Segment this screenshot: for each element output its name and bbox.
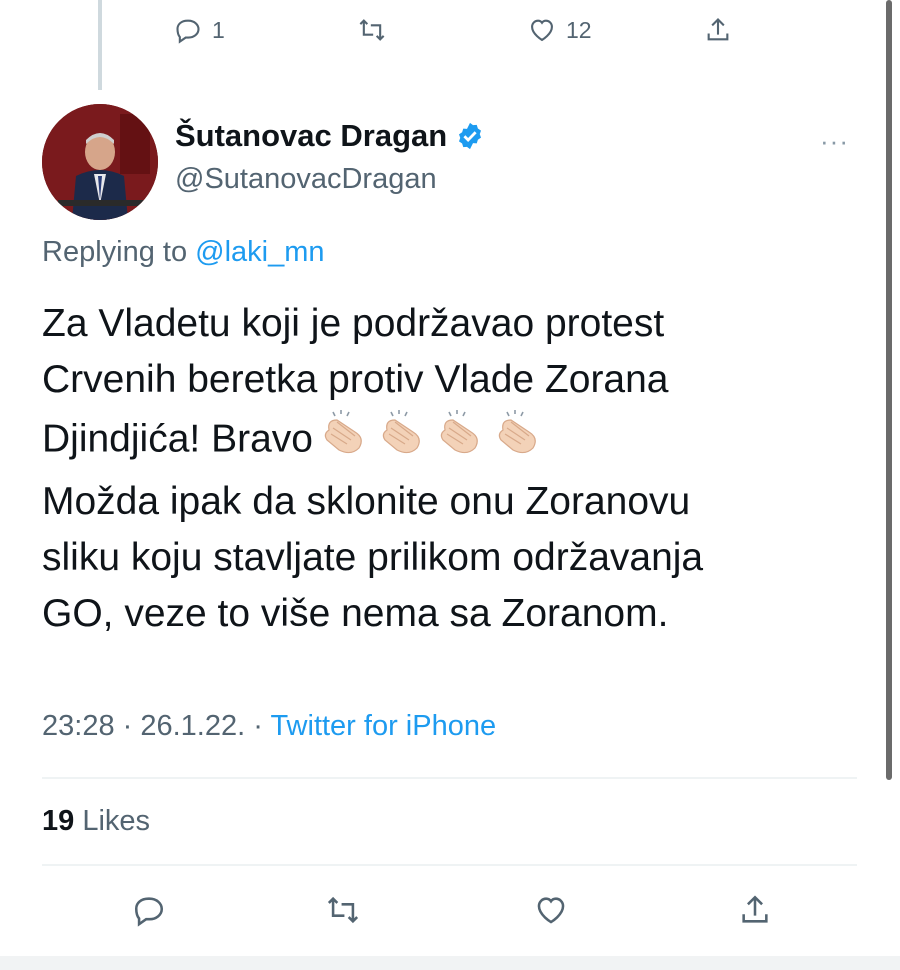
- retweet-button[interactable]: [326, 893, 360, 927]
- tweet-line: GO, veze to više nema sa Zoranom.: [42, 592, 669, 635]
- like-button[interactable]: [534, 893, 568, 927]
- divider: [42, 864, 857, 866]
- reply-count: 1: [212, 16, 225, 43]
- likes-label: Likes: [74, 805, 151, 837]
- tweet-metadata: 23:28 · 26.1.22. · Twitter for iPhone: [42, 710, 496, 743]
- author-handle[interactable]: @SutanovacDragan: [175, 163, 437, 196]
- clapping-hands-icon: [324, 409, 537, 454]
- reply-button[interactable]: [132, 893, 166, 927]
- tweet-text: Za Vladetu koji je podržavao protest Crv…: [42, 296, 862, 642]
- reply-button[interactable]: 1: [174, 16, 225, 44]
- likes-summary[interactable]: 19 Likes: [42, 805, 150, 838]
- share-button[interactable]: [704, 16, 732, 44]
- previous-tweet-action-bar: 1 12: [170, 14, 770, 54]
- meta-separator: ·: [114, 710, 141, 742]
- replying-to-mention-link[interactable]: @laki_mn: [195, 236, 324, 268]
- more-options-icon[interactable]: ···: [820, 126, 849, 157]
- tweet-line-with-emoji: Djindjića! Bravo: [42, 408, 862, 474]
- tweet-date[interactable]: 26.1.22.: [140, 710, 245, 742]
- tweet-action-bar: [0, 893, 900, 933]
- share-icon: [707, 18, 729, 41]
- verified-badge-icon: [459, 122, 482, 150]
- tweet-line: Crvenih beretka protiv Vlade Zorana: [42, 358, 669, 401]
- retweet-icon: [327, 896, 359, 924]
- tweet-time[interactable]: 23:28: [42, 710, 115, 742]
- clapping-hands-emoji-icon: [321, 408, 553, 474]
- author-name-row[interactable]: Šutanovac Dragan: [175, 118, 485, 154]
- tweet-line: Djindjića! Bravo: [42, 417, 313, 461]
- bottom-edge: [0, 956, 900, 970]
- like-button[interactable]: 12: [528, 16, 592, 44]
- reply-icon: [134, 897, 164, 927]
- like-icon: [537, 897, 565, 924]
- like-icon: [531, 19, 553, 42]
- meta-separator: ·: [245, 710, 271, 742]
- thread-connector-line: [98, 0, 102, 90]
- tweet-source-link[interactable]: Twitter for iPhone: [270, 710, 496, 742]
- replying-to-label: Replying to: [42, 236, 196, 268]
- retweet-button[interactable]: [358, 16, 396, 44]
- replying-to: Replying to @laki_mn: [42, 236, 325, 269]
- reply-icon: [176, 19, 200, 44]
- likes-count: 19: [42, 805, 75, 837]
- share-icon: [742, 895, 768, 923]
- divider: [42, 777, 857, 779]
- tweet-line: Za Vladetu koji je podržavao protest: [42, 302, 665, 345]
- tweet-line: Možda ipak da sklonite onu Zoranovu: [42, 480, 691, 523]
- tweet-line: sliku koju stavljate prilikom održavanja: [42, 536, 704, 579]
- avatar-photo: [42, 104, 158, 220]
- like-count: 12: [566, 16, 592, 43]
- author-display-name[interactable]: Šutanovac Dragan: [175, 118, 447, 154]
- retweet-icon: [359, 19, 385, 41]
- share-button[interactable]: [738, 893, 772, 927]
- avatar[interactable]: [42, 104, 158, 220]
- scrollbar[interactable]: [886, 0, 892, 780]
